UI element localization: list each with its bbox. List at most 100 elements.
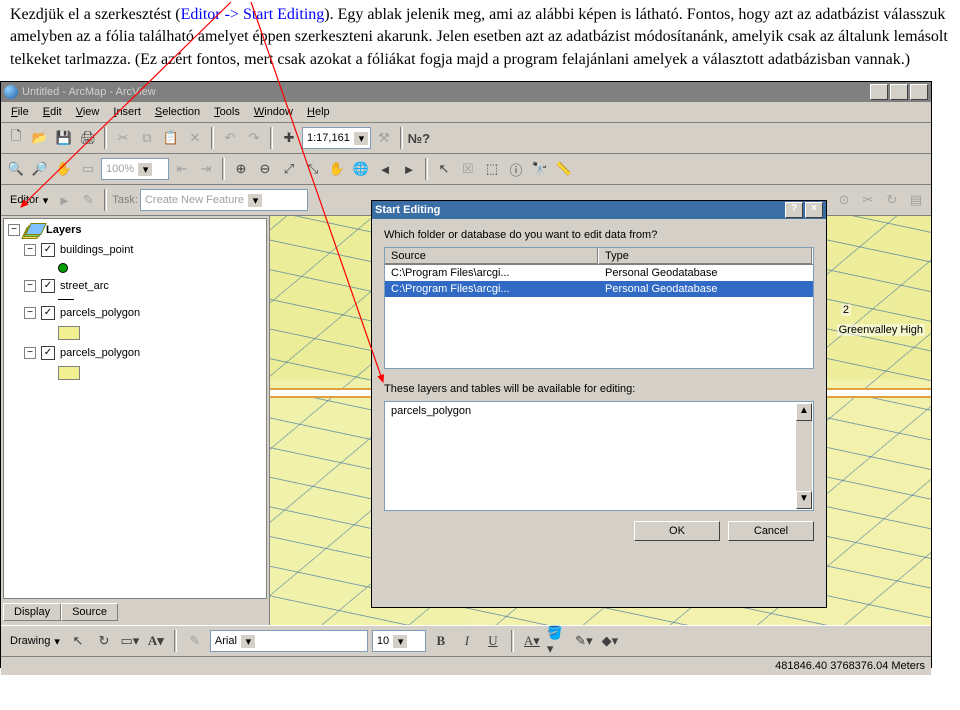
paste-icon: 📋	[160, 127, 182, 149]
fill-color-icon[interactable]: 🪣▾	[547, 630, 569, 652]
marker-color-icon[interactable]: ◆▾	[599, 630, 621, 652]
menu-edit[interactable]: Edit	[37, 104, 68, 120]
toc-tab-source[interactable]: Source	[61, 603, 118, 621]
layout-nav-toolbar: 🔍 🔎 ✋ ▭ 100% ▾ ⇤ ⇥ ⊕ ⊖ ⤢ ⤡ ✋ 🌐 ◄ ► ↖ ☒ ⬚…	[1, 154, 931, 185]
layer-checkbox[interactable]: ✓	[41, 243, 55, 257]
chevron-down-icon[interactable]: ▾	[354, 132, 368, 145]
chevron-down-icon[interactable]: ▾	[54, 635, 60, 648]
font-color-icon[interactable]: A▾	[521, 630, 543, 652]
back-extent-icon[interactable]: ◄	[374, 158, 396, 180]
task-combo[interactable]: Create New Feature ▾	[140, 189, 308, 211]
line-color-icon[interactable]: ✎▾	[573, 630, 595, 652]
col-source[interactable]: Source	[385, 248, 599, 264]
dialog-title: Start Editing	[375, 204, 440, 216]
rectangle-icon[interactable]: ▭▾	[119, 630, 141, 652]
font-combo[interactable]: Arial ▾	[210, 630, 368, 652]
save-icon[interactable]: 💾	[53, 127, 75, 149]
fixed-zoom-out-icon[interactable]: ⤡	[302, 158, 324, 180]
text: Kezdjük el a szerkesztést (	[10, 6, 181, 23]
edit-vertices-icon: ✎	[184, 630, 206, 652]
layer-checkbox[interactable]: ✓	[41, 306, 55, 320]
menu-file[interactable]: File	[5, 104, 35, 120]
zoom-combo[interactable]: 100% ▾	[101, 158, 169, 180]
chevron-down-icon[interactable]: ▾	[248, 194, 262, 207]
close-button[interactable]: ×	[910, 84, 928, 100]
whole-page-icon[interactable]: ▭	[77, 158, 99, 180]
print-icon[interactable]: 🖨	[77, 127, 99, 149]
forward-extent-icon[interactable]: ►	[398, 158, 420, 180]
layer-item[interactable]: − ✓ parcels_polygon	[24, 306, 262, 320]
drawing-menu[interactable]: Drawing ▾	[5, 630, 63, 652]
add-data-icon[interactable]: ✚	[278, 127, 300, 149]
bold-icon[interactable]: B	[430, 630, 452, 652]
ok-button[interactable]: OK	[634, 521, 720, 541]
collapse-icon[interactable]: −	[24, 244, 36, 256]
text-tool-icon[interactable]: A▾	[145, 630, 167, 652]
cell-source: C:\Program Files\arcgi...	[385, 265, 599, 281]
open-icon[interactable]: 📂	[29, 127, 51, 149]
toc-tree[interactable]: − Layers − ✓ buildings_point − ✓ street_…	[3, 218, 267, 599]
layer-item[interactable]: − ✓ buildings_point	[24, 243, 262, 257]
menu-insert[interactable]: Insert	[107, 104, 147, 120]
col-type[interactable]: Type	[599, 248, 813, 264]
layer-item[interactable]: − ✓ street_arc	[24, 279, 262, 293]
measure-icon[interactable]: 📏	[553, 158, 575, 180]
collapse-icon[interactable]: −	[24, 280, 36, 292]
new-icon[interactable]: 🗋	[5, 127, 27, 149]
list-row-selected[interactable]: C:\Program Files\arcgi... Personal Geoda…	[385, 281, 813, 297]
rotate-icon[interactable]: ↻	[93, 630, 115, 652]
menu-window[interactable]: Window	[248, 104, 299, 120]
dialog-help-button[interactable]: ?	[785, 202, 803, 218]
zoom-out-page-icon[interactable]: 🔎	[29, 158, 51, 180]
editor-menu[interactable]: Editor ▾	[5, 189, 51, 211]
italic-icon[interactable]: I	[456, 630, 478, 652]
collapse-icon[interactable]: −	[8, 224, 20, 236]
menu-selection[interactable]: Selection	[149, 104, 206, 120]
list-row[interactable]: C:\Program Files\arcgi... Personal Geoda…	[385, 265, 813, 281]
minimize-button[interactable]: _	[870, 84, 888, 100]
cancel-button[interactable]: Cancel	[728, 521, 814, 541]
toolbox-icon[interactable]: ⚒	[373, 127, 395, 149]
font-size-combo[interactable]: 10 ▾	[372, 630, 426, 652]
available-layers-list[interactable]: parcels_polygon ▲ ▼	[384, 401, 814, 511]
select-arrow-icon[interactable]: ↖	[67, 630, 89, 652]
full-extent-icon[interactable]: 🌐	[350, 158, 372, 180]
scroll-up-icon[interactable]: ▲	[796, 403, 812, 421]
source-listbox[interactable]: Source Type C:\Program Files\arcgi... Pe…	[384, 247, 814, 369]
layer-item[interactable]: − ✓ parcels_polygon	[24, 346, 262, 360]
collapse-icon[interactable]: −	[24, 307, 36, 319]
pan-page-icon[interactable]: ✋	[53, 158, 75, 180]
find-icon[interactable]: 🔭	[529, 158, 551, 180]
layer-checkbox[interactable]: ✓	[41, 346, 55, 360]
collapse-icon[interactable]: −	[24, 347, 36, 359]
scrollbar[interactable]: ▲ ▼	[796, 403, 812, 509]
dialog-question: Which folder or database do you want to …	[384, 229, 814, 241]
zoom-out-icon[interactable]: ⊖	[254, 158, 276, 180]
statusbar: 481846.40 3768376.04 Meters	[1, 656, 931, 675]
select-features-icon[interactable]: ↖	[433, 158, 455, 180]
zoom-in-icon[interactable]: ⊕	[230, 158, 252, 180]
underline-icon[interactable]: U	[482, 630, 504, 652]
help-icon[interactable]: №?	[408, 127, 430, 149]
dialog-close-button[interactable]: ×	[805, 202, 823, 218]
zoom-in-page-icon[interactable]: 🔍	[5, 158, 27, 180]
pan-icon[interactable]: ✋	[326, 158, 348, 180]
identify-icon[interactable]: ⓘ	[505, 158, 527, 180]
chevron-down-icon[interactable]: ▾	[43, 194, 49, 207]
clear-selection-icon[interactable]: ☒	[457, 158, 479, 180]
menu-tools[interactable]: Tools	[208, 104, 246, 120]
select-elements-icon[interactable]: ⬚	[481, 158, 503, 180]
fixed-zoom-in-icon[interactable]: ⤢	[278, 158, 300, 180]
instruction-paragraph: Kezdjük el a szerkesztést (Editor -> Sta…	[0, 0, 960, 77]
menu-help[interactable]: Help	[301, 104, 336, 120]
toc-tab-display[interactable]: Display	[3, 603, 61, 621]
cell-type: Personal Geodatabase	[599, 265, 813, 281]
menu-view[interactable]: View	[70, 104, 106, 120]
chevron-down-icon[interactable]: ▾	[241, 635, 255, 648]
scroll-down-icon[interactable]: ▼	[796, 491, 812, 509]
maximize-button[interactable]: □	[890, 84, 908, 100]
scale-combo[interactable]: 1:17,161 ▾	[302, 127, 371, 149]
chevron-down-icon[interactable]: ▾	[393, 635, 407, 648]
layer-checkbox[interactable]: ✓	[41, 279, 55, 293]
chevron-down-icon[interactable]: ▾	[138, 163, 152, 176]
